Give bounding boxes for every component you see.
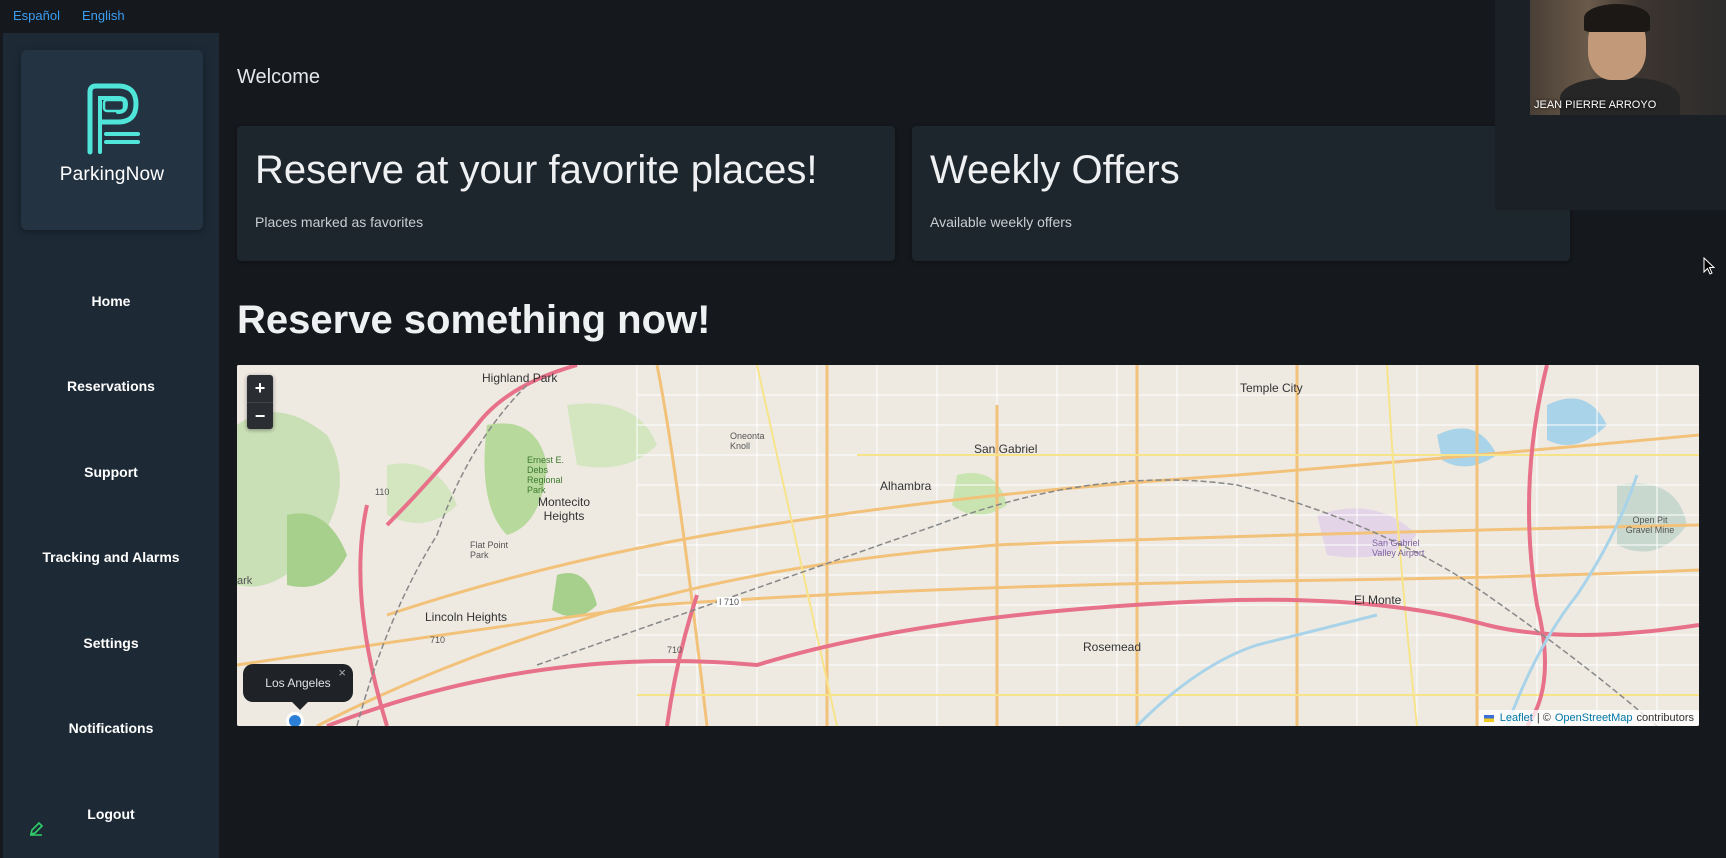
nav-tracking-alarms[interactable]: Tracking and Alarms — [3, 515, 219, 601]
nav-notifications[interactable]: Notifications — [3, 686, 219, 772]
favorites-card-subtitle: Places marked as favorites — [255, 214, 424, 230]
brand-logo-card: ParkingNow — [21, 50, 203, 230]
location-marker-icon[interactable] — [286, 712, 304, 726]
nav-logout[interactable]: Logout — [3, 771, 219, 857]
map-label-ark: ark — [237, 575, 253, 587]
weekly-offers-card-title: Weekly Offers — [930, 148, 1180, 192]
ukraine-flag-icon — [1483, 714, 1494, 722]
participant-video[interactable]: JEAN PIERRE ARROYO — [1530, 0, 1726, 115]
map-popup-tip — [292, 702, 308, 710]
map-view[interactable]: Highland Park Temple City San Gabriel Al… — [237, 365, 1699, 726]
map-label-route-i710: I 710 — [717, 597, 742, 607]
map-label-debs-park: Ernest E. Debs Regional Park — [527, 455, 565, 495]
weekly-offers-card-subtitle: Available weekly offers — [930, 214, 1072, 230]
reserve-section-title: Reserve something now! — [237, 298, 711, 342]
attribution-separator: | © — [1536, 712, 1551, 724]
map-popup-text: Los Angeles — [265, 676, 331, 690]
map-label-flat-point-park: Flat Point Park — [470, 540, 509, 560]
map-label-san-gabriel: San Gabriel — [974, 442, 1038, 456]
openstreetmap-link[interactable]: OpenStreetMap — [1555, 712, 1633, 724]
nav-reservations[interactable]: Reservations — [3, 344, 219, 430]
map-label-route-710: 710 — [430, 635, 446, 645]
map-attribution: Leaflet | © OpenStreetMap contributors — [1478, 710, 1699, 726]
map-label-el-monte: El Monte — [1354, 593, 1402, 607]
app-window: Español English ParkingNow Home Reservat… — [0, 0, 1726, 858]
participant-name: JEAN PIERRE ARROYO — [1534, 99, 1657, 111]
lang-english-link[interactable]: English — [82, 8, 125, 23]
nav-support[interactable]: Support — [3, 429, 219, 515]
video-call-overlay: JEAN PIERRE ARROYO — [1495, 0, 1726, 210]
sidebar-nav: Home Reservations Support Tracking and A… — [3, 258, 219, 857]
edit-pencil-icon[interactable] — [25, 818, 47, 840]
nav-home[interactable]: Home — [3, 258, 219, 344]
language-bar: Español English — [0, 0, 1500, 30]
map-label-montecito-heights: Montecito Heights — [537, 495, 591, 523]
favorites-card[interactable]: Reserve at your favorite places! Places … — [237, 126, 895, 261]
map-popup: Los Angeles × — [243, 664, 353, 702]
mouse-cursor-icon — [1703, 257, 1715, 275]
welcome-heading: Welcome — [237, 66, 320, 88]
lang-spanish-link[interactable]: Español — [13, 8, 60, 23]
map-label-alhambra: Alhambra — [880, 479, 932, 493]
zoom-out-button[interactable]: − — [247, 402, 273, 429]
map-tiles — [237, 365, 1699, 726]
favorites-card-title: Reserve at your favorite places! — [255, 148, 818, 192]
brand-name: ParkingNow — [59, 164, 165, 185]
map-label-highland-park: Highland Park — [482, 371, 558, 385]
map-label-route-110: 110 — [375, 487, 390, 497]
participant-hair — [1584, 4, 1650, 32]
popup-close-icon[interactable]: × — [338, 665, 346, 680]
map-label-lincoln-heights: Lincoln Heights — [425, 610, 508, 624]
parkingnow-logo-icon — [87, 83, 140, 155]
weekly-offers-card[interactable]: Weekly Offers Available weekly offers — [912, 126, 1570, 261]
map-label-route-710-b: 710 — [667, 645, 683, 655]
zoom-in-button[interactable]: + — [247, 375, 273, 402]
map-zoom-control: + − — [247, 375, 273, 429]
leaflet-link[interactable]: Leaflet — [1500, 712, 1533, 724]
map-label-oneonta-knoll: Oneonta Knoll — [730, 431, 765, 451]
map-label-rosemead: Rosemead — [1083, 640, 1142, 654]
map-label-airport: San Gabriel Valley Airport — [1372, 538, 1425, 558]
sidebar: ParkingNow Home Reservations Support Tra… — [3, 33, 219, 858]
attribution-suffix: contributors — [1636, 712, 1694, 724]
nav-settings[interactable]: Settings — [3, 600, 219, 686]
map-label-gravel-mine: Open Pit Gravel Mine — [1625, 515, 1675, 535]
map-label-temple-city: Temple City — [1240, 381, 1303, 395]
